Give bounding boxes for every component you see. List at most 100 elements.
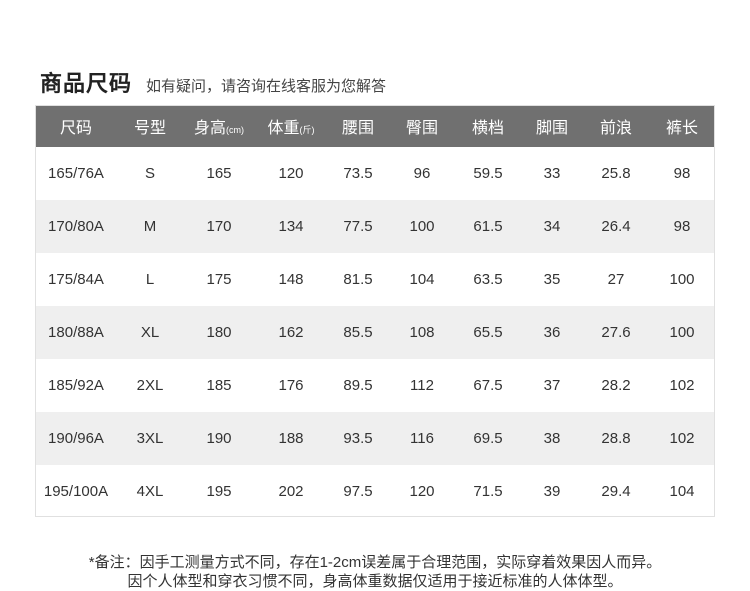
column-header: 臀围 [389,105,455,147]
table-cell: 81.5 [343,271,373,288]
table-cell: 29.4 [601,483,631,500]
table-cell: 190/96A [48,430,104,447]
table-cell: 67.5 [473,377,503,394]
table-cell: XL [140,324,160,341]
table-cell: 190 [206,430,232,447]
table-cell: 120 [278,165,304,182]
table-row: 175/84A L 175 148 81.5 104 63.5 35 27 100 [35,253,715,306]
table-cell: 85.5 [343,324,373,341]
column-header-label: 尺码 [59,120,92,137]
table-cell: 180/88A [48,324,104,341]
table-cell: 195/100A [43,483,109,500]
column-header: 脚围 [521,105,583,147]
table-cell: 2XL [136,377,164,394]
table-cell: 27 [607,271,625,288]
column-header: 身高(cm) [183,105,255,147]
table-cell: 98 [673,218,691,235]
table-cell: 185 [206,377,232,394]
table-cell: 65.5 [473,324,503,341]
table-cell: 188 [278,430,304,447]
table-cell: 202 [278,483,304,500]
column-header: 号型 [117,105,183,147]
table-cell: 34 [543,218,561,235]
table-cell: 25.8 [601,165,631,182]
column-header-label: 横档 [471,120,504,137]
size-chart-header: 商品尺码 如有疑问，请咨询在线客服为您解答 [40,66,386,98]
table-cell: 165 [206,165,232,182]
page-title: 商品尺码 [40,71,133,96]
column-header-label: 体重 [267,120,300,137]
column-header-label: 号型 [133,120,166,137]
table-cell: 134 [278,218,304,235]
table-cell: 69.5 [473,430,503,447]
table-cell: 175 [206,271,232,288]
table-cell: 59.5 [473,165,503,182]
table-cell: 98 [673,165,691,182]
table-cell: 162 [278,324,304,341]
table-cell: 104 [669,483,695,500]
table-cell: 104 [409,271,435,288]
table-cell: 180 [206,324,232,341]
table-cell: 116 [410,430,434,447]
column-header-label: 脚围 [535,120,568,137]
table-cell: 4XL [136,483,164,500]
table-cell: 63.5 [473,271,503,288]
column-header: 尺码 [35,105,117,147]
table-cell: 89.5 [343,377,373,394]
table-cell: 28.8 [601,430,631,447]
table-header-row: 尺码 号型 身高(cm) 体重(斤) 腰围 臀围 横档 脚围 前浪 裤长 [35,105,715,147]
table-cell: 108 [409,324,435,341]
column-header: 裤长 [649,105,715,147]
column-header-label: 臀围 [405,120,438,137]
table-cell: 73.5 [343,165,373,182]
column-header: 腰围 [327,105,389,147]
table-row: 170/80A M 170 134 77.5 100 61.5 34 26.4 98 [35,200,715,253]
table-cell: 37 [543,377,561,394]
column-header-label: 腰围 [341,120,374,137]
column-header: 横档 [455,105,521,147]
table-row: 190/96A 3XL 190 188 93.5 116 69.5 38 28.8 102 [35,412,715,465]
note-line-1: *备注：因手工测量方式不同，存在1-2cm误差属于合理范围，实际穿着效果因人而异… [88,554,662,571]
table-cell: 112 [410,377,434,394]
table-cell: L [145,271,155,288]
table-cell: 165/76A [48,165,104,182]
table-cell: 71.5 [473,483,503,500]
table-cell: 185/92A [48,377,104,394]
table-cell: 176 [278,377,304,394]
column-header-label: 身高 [193,120,226,137]
table-cell: 102 [669,430,695,447]
table-cell: M [143,218,157,235]
table-cell: 100 [669,271,695,288]
table-body: 165/76A S 165 120 73.5 96 59.5 33 25.8 98 170/80A M… [35,147,715,518]
table-cell: 38 [543,430,561,447]
size-table-container: 尺码 号型 身高(cm) 体重(斤) 腰围 臀围 横档 脚围 前浪 裤长 165/76A S 165 1… [35,105,715,518]
column-header: 体重(斤) [255,105,327,147]
column-header: 前浪 [583,105,649,147]
table-row: 180/88A XL 180 162 85.5 108 65.5 36 27.6 100 [35,306,715,359]
table-cell: 195 [206,483,232,500]
table-cell: 175/84A [48,271,104,288]
table-cell: 96 [413,165,431,182]
table-row: 185/92A 2XL 185 176 89.5 112 67.5 37 28.2 102 [35,359,715,412]
column-header-label: 裤长 [665,120,698,137]
table-row: 195/100A 4XL 195 202 97.5 120 71.5 39 29.4 104 [35,465,715,518]
column-header-label: 前浪 [599,120,632,137]
table-cell: 33 [543,165,561,182]
table-row: 165/76A S 165 120 73.5 96 59.5 33 25.8 98 [35,147,715,200]
table-cell: 148 [278,271,304,288]
table-cell: 170 [206,218,232,235]
table-cell: 77.5 [343,218,373,235]
table-cell: 35 [543,271,561,288]
table-cell: 120 [409,483,435,500]
table-cell: 100 [669,324,695,341]
table-cell: 3XL [136,430,164,447]
column-header-unit: (斤) [299,125,315,135]
table-cell: 39 [543,483,561,500]
table-cell: 170/80A [48,218,104,235]
table-cell: 36 [543,324,561,341]
table-cell: 100 [409,218,435,235]
table-cell: 102 [669,377,695,394]
page-subtitle: 如有疑问，请咨询在线客服为您解答 [146,78,387,95]
column-header-unit: (cm) [226,125,244,135]
table-cell: 28.2 [601,377,631,394]
